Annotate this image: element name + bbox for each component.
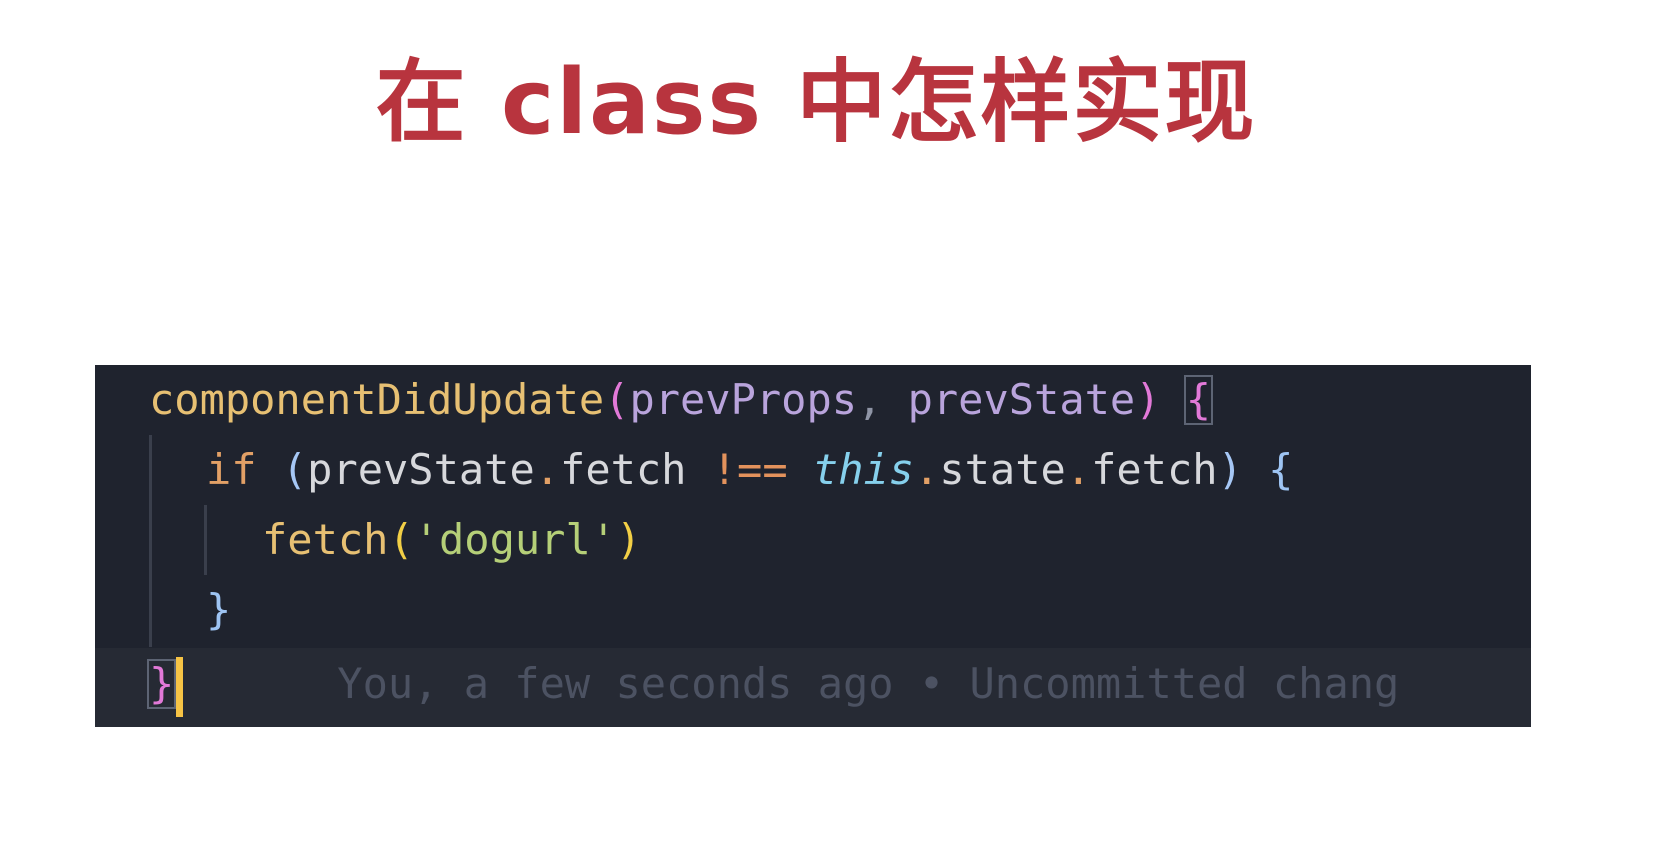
- paren-close: ): [616, 515, 642, 564]
- code-line-4[interactable]: }: [95, 575, 1531, 645]
- slide-title: 在 class 中怎样实现: [375, 50, 1257, 155]
- if-keyword: if: [206, 445, 282, 494]
- this-keyword: this: [812, 445, 915, 494]
- paren-open: (: [604, 375, 630, 424]
- matched-brace-open: {: [1183, 375, 1214, 425]
- code-line-2[interactable]: if (prevState.fetch !== this.state.fetch…: [95, 435, 1531, 505]
- matched-brace-close: }: [146, 659, 177, 709]
- paren-close: ): [1217, 445, 1269, 494]
- git-blame-annotation: You, a few seconds ago • Uncommitted cha…: [337, 659, 1400, 708]
- brace-close: }: [206, 585, 232, 634]
- paren-open: (: [388, 515, 414, 564]
- string-literal: 'dogurl': [413, 515, 617, 564]
- fetch-property: fetch: [560, 445, 712, 494]
- paren-open: (: [281, 445, 308, 494]
- param-prev-state: prevState: [907, 375, 1136, 424]
- code-line-3[interactable]: fetch('dogurl'): [95, 505, 1531, 575]
- prev-state-object: prevState: [307, 445, 535, 494]
- code-line-1[interactable]: componentDidUpdate(prevProps, prevState)…: [95, 365, 1531, 435]
- text-cursor: [176, 656, 184, 717]
- brace-open: {: [1268, 445, 1294, 494]
- state-property: state: [939, 445, 1066, 494]
- fetch-property: fetch: [1091, 445, 1218, 494]
- comma: ,: [857, 375, 908, 424]
- param-prev-props: prevProps: [629, 375, 858, 424]
- dot-operator: .: [1065, 445, 1092, 494]
- code-editor[interactable]: componentDidUpdate(prevProps, prevState)…: [95, 365, 1531, 727]
- paren-close: ): [1135, 375, 1186, 424]
- method-name: componentDidUpdate: [149, 375, 605, 424]
- fetch-call: fetch: [262, 515, 389, 564]
- code-line-5-current[interactable]: } You, a few seconds ago • Uncommitted ch…: [95, 648, 1531, 727]
- strict-not-equal-operator: !==: [711, 445, 788, 494]
- dot-operator: .: [914, 445, 940, 494]
- dot-operator: .: [534, 445, 561, 494]
